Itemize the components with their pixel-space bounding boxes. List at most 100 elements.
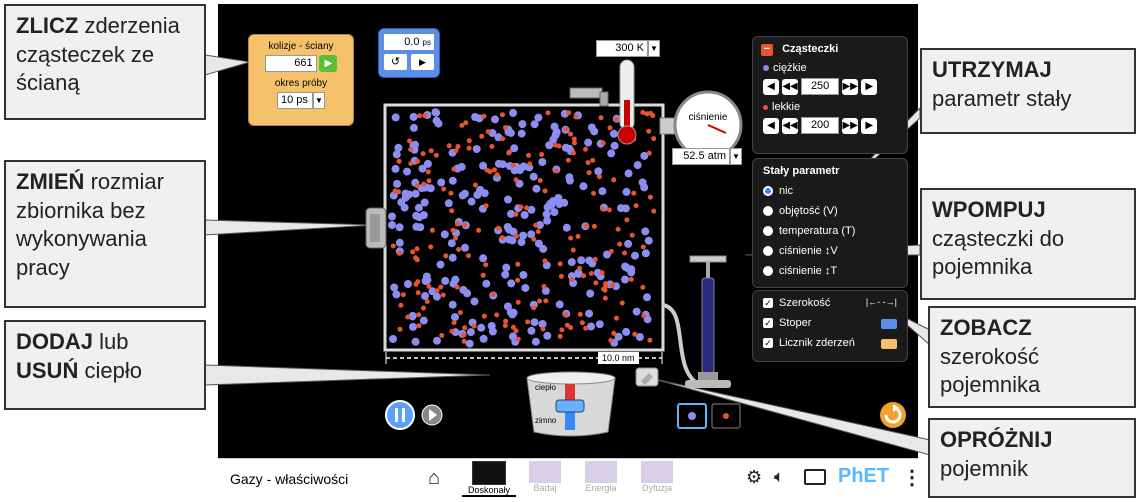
width-checkbox-row[interactable]: ✓ Szerokość |←- -→| bbox=[763, 297, 897, 315]
callout-empty-bold: OPRÓŻNIJ bbox=[940, 427, 1053, 452]
light-particle bbox=[537, 178, 543, 183]
light-particle bbox=[571, 136, 577, 142]
heavy-particle bbox=[444, 199, 453, 208]
light-particle bbox=[568, 235, 574, 241]
heater-cold-label: zimno bbox=[535, 416, 557, 425]
collapse-icon[interactable]: − bbox=[761, 44, 773, 56]
light-particle bbox=[575, 233, 581, 239]
light-particle bbox=[535, 229, 541, 235]
constant-option-1[interactable]: objętość (V) bbox=[763, 201, 897, 221]
light-particle bbox=[439, 333, 445, 338]
screen-tab-2[interactable]: Energia bbox=[574, 461, 628, 497]
heavy-particle bbox=[594, 167, 603, 176]
light-increase-10-button[interactable]: ▶ bbox=[861, 117, 878, 134]
stopwatch-play-icon[interactable]: ▶ bbox=[411, 54, 434, 70]
collision-checkbox-row[interactable]: ✓ Licznik zderzeń bbox=[763, 337, 897, 355]
collision-checkbox[interactable]: ✓ bbox=[763, 338, 773, 349]
heavy-particle bbox=[392, 290, 401, 299]
lid-handle[interactable] bbox=[569, 87, 609, 107]
light-particle bbox=[413, 255, 419, 261]
heavy-particle bbox=[476, 185, 485, 194]
heavy-particle bbox=[411, 337, 420, 346]
stopwatch-checkbox-row[interactable]: ✓ Stoper bbox=[763, 317, 897, 335]
keyboard-icon[interactable] bbox=[804, 469, 826, 485]
light-particle bbox=[608, 337, 614, 343]
constant-option-3[interactable]: ciśnienie ↕V bbox=[763, 241, 897, 261]
heavy-count[interactable]: 250 bbox=[801, 78, 840, 95]
heavy-decrease-10-button[interactable]: ◀ bbox=[763, 78, 779, 95]
step-button[interactable] bbox=[421, 404, 443, 426]
stopwatch-reset-icon[interactable]: ↺ bbox=[384, 54, 407, 70]
heavy-particle bbox=[388, 221, 396, 229]
constant-option-0[interactable]: nic bbox=[763, 181, 897, 201]
resize-handle[interactable] bbox=[365, 207, 387, 249]
light-decrease-button[interactable]: ◀◀ bbox=[782, 117, 799, 134]
heavy-increase-button[interactable]: ▶▶ bbox=[842, 78, 859, 95]
chevron-down-icon[interactable]: ▼ bbox=[648, 40, 660, 58]
light-decrease-10-button[interactable]: ◀ bbox=[763, 117, 779, 134]
home-icon[interactable]: ⌂ bbox=[428, 467, 440, 490]
reset-all-button[interactable] bbox=[880, 402, 906, 428]
light-increase-button[interactable]: ▶▶ bbox=[842, 117, 859, 134]
light-particle bbox=[455, 221, 460, 227]
empty-container-button[interactable] bbox=[635, 367, 659, 387]
width-checkbox[interactable]: ✓ bbox=[763, 298, 773, 309]
light-particle bbox=[597, 174, 602, 180]
heavy-particle bbox=[617, 204, 625, 213]
radio-button[interactable] bbox=[763, 246, 773, 257]
light-particle bbox=[647, 194, 653, 200]
radio-button[interactable] bbox=[763, 186, 773, 197]
screen-tab-3[interactable]: Dyfuzja bbox=[630, 461, 684, 497]
constant-option-4[interactable]: ciśnienie ↕T bbox=[763, 261, 897, 281]
light-particle-selector[interactable] bbox=[711, 403, 741, 429]
pause-button[interactable] bbox=[385, 400, 415, 430]
light-particle bbox=[424, 299, 430, 304]
heavy-particle bbox=[432, 116, 441, 125]
heavy-particle bbox=[409, 123, 418, 132]
menu-icon[interactable]: ⋮ bbox=[902, 465, 922, 490]
heavy-particle bbox=[621, 262, 630, 271]
chevron-down-icon[interactable]: ▼ bbox=[313, 92, 325, 109]
light-spinner[interactable]: ◀ ◀◀ 200 ▶▶ ▶ bbox=[763, 117, 897, 134]
light-particle bbox=[631, 190, 637, 196]
heater-bucket[interactable] bbox=[526, 371, 616, 437]
callout-empty-text: pojemnik bbox=[940, 455, 1029, 481]
heavy-particle bbox=[466, 328, 475, 337]
light-particle bbox=[400, 292, 406, 298]
pressure-readout[interactable]: 52.5 atm ▼ bbox=[672, 148, 742, 166]
stopwatch[interactable]: 0.0 ps ↺ ▶ bbox=[378, 28, 440, 78]
phet-logo[interactable]: PhET bbox=[838, 465, 889, 488]
bicycle-pump[interactable] bbox=[685, 255, 731, 388]
heavy-particle-selector[interactable] bbox=[677, 403, 707, 429]
light-count[interactable]: 200 bbox=[801, 117, 840, 134]
constant-option-2[interactable]: temperatura (T) bbox=[763, 221, 897, 241]
temperature-readout[interactable]: 300 K ▼ bbox=[596, 40, 660, 58]
sound-icon[interactable]: 🔈︎ bbox=[774, 467, 784, 487]
gear-icon[interactable]: ⚙ bbox=[746, 467, 762, 488]
light-particle bbox=[408, 147, 414, 152]
heavy-spinner[interactable]: ◀ ◀◀ 250 ▶▶ ▶ bbox=[763, 78, 897, 95]
stopwatch-checkbox[interactable]: ✓ bbox=[763, 318, 773, 329]
radio-button[interactable] bbox=[763, 226, 773, 237]
radio-button[interactable] bbox=[763, 266, 773, 277]
sample-period-select[interactable]: 10 ps bbox=[277, 92, 313, 109]
radio-button[interactable] bbox=[763, 206, 773, 217]
light-particle bbox=[577, 265, 583, 271]
screen-tab-0[interactable]: Doskonały bbox=[462, 461, 516, 497]
light-particle bbox=[454, 284, 460, 290]
heavy-particle bbox=[579, 182, 588, 191]
callout-pointer-heat bbox=[204, 364, 491, 386]
heavy-decrease-button[interactable]: ◀◀ bbox=[782, 78, 799, 95]
heavy-increase-10-button[interactable]: ▶ bbox=[861, 78, 878, 95]
screen-tab-1[interactable]: Badaj bbox=[518, 461, 572, 497]
light-particle bbox=[598, 115, 604, 121]
light-particle bbox=[606, 207, 612, 213]
light-particle bbox=[531, 236, 537, 242]
collision-counter-icon bbox=[881, 339, 897, 349]
chevron-down-icon[interactable]: ▼ bbox=[730, 148, 742, 166]
collision-counter[interactable]: kolizje - ściany 661 ▶ okres próby 10 ps… bbox=[248, 34, 354, 126]
light-particle bbox=[446, 143, 452, 149]
counter-play-button[interactable]: ▶ bbox=[319, 55, 338, 72]
light-particle bbox=[433, 152, 439, 158]
light-particle bbox=[453, 235, 458, 241]
